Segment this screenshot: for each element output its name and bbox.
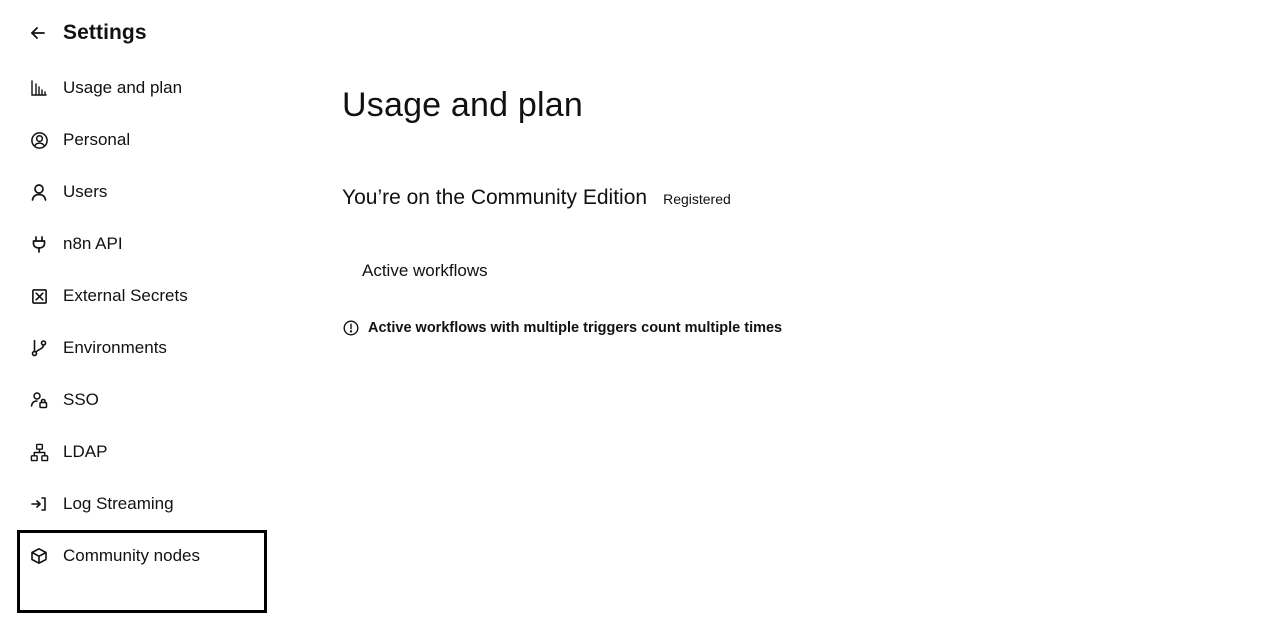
vault-icon [28,285,50,307]
sidebar-item-label: Log Streaming [63,494,174,513]
sidebar-item-label: SSO [63,390,99,409]
sidebar-item-external-secrets[interactable]: External Secrets [28,283,188,309]
plug-icon [28,233,50,255]
sign-in-icon [28,493,50,515]
info-circle-icon [342,319,359,336]
sidebar-item-users[interactable]: Users [28,179,107,205]
sidebar-item-n8n-api[interactable]: n8n API [28,231,123,257]
user-circle-icon [28,129,50,151]
highlight-box [17,530,267,613]
sidebar-item-log-streaming[interactable]: Log Streaming [28,491,174,517]
user-icon [28,181,50,203]
sidebar-item-label: Users [63,182,108,201]
settings-app: Settings Usage and plan Personal Users n… [0,0,1280,630]
sidebar-item-environments[interactable]: Environments [28,335,167,361]
edition-text: You’re on the Community Edition [342,186,648,209]
sidebar-item-label: External Secrets [63,286,188,305]
sidebar-item-label: Environments [63,338,167,357]
info-text: Active workflows with multiple triggers … [368,319,783,336]
git-branch-icon [28,337,50,359]
sidebar-item-label: Personal [63,130,131,149]
sidebar-item-sso[interactable]: SSO [28,387,99,413]
bar-chart-icon [28,77,50,99]
main-content: Usage and plan You’re on the Community E… [342,0,1242,630]
sidebar-title: Settings [63,21,147,44]
status-badge: Registered [663,191,731,207]
settings-sidebar: Settings Usage and plan Personal Users n… [0,0,280,630]
info-note: Active workflows with multiple triggers … [342,319,782,336]
sidebar-item-label: Usage and plan [63,78,183,97]
user-lock-icon [28,389,50,411]
sidebar-item-usage-and-plan[interactable]: Usage and plan [28,75,182,101]
network-icon [28,441,50,463]
sidebar-item-ldap[interactable]: LDAP [28,439,107,465]
active-workflows-label: Active workflows [362,261,488,280]
sidebar-item-personal[interactable]: Personal [28,127,130,153]
edition-info: You’re on the Community Edition Register… [342,186,731,210]
sidebar-item-label: n8n API [63,234,123,253]
back-to-app-button[interactable]: Settings [28,18,147,48]
arrow-left-icon[interactable] [28,23,48,43]
page-title: Usage and plan [342,86,583,124]
sidebar-item-label: LDAP [63,442,108,461]
